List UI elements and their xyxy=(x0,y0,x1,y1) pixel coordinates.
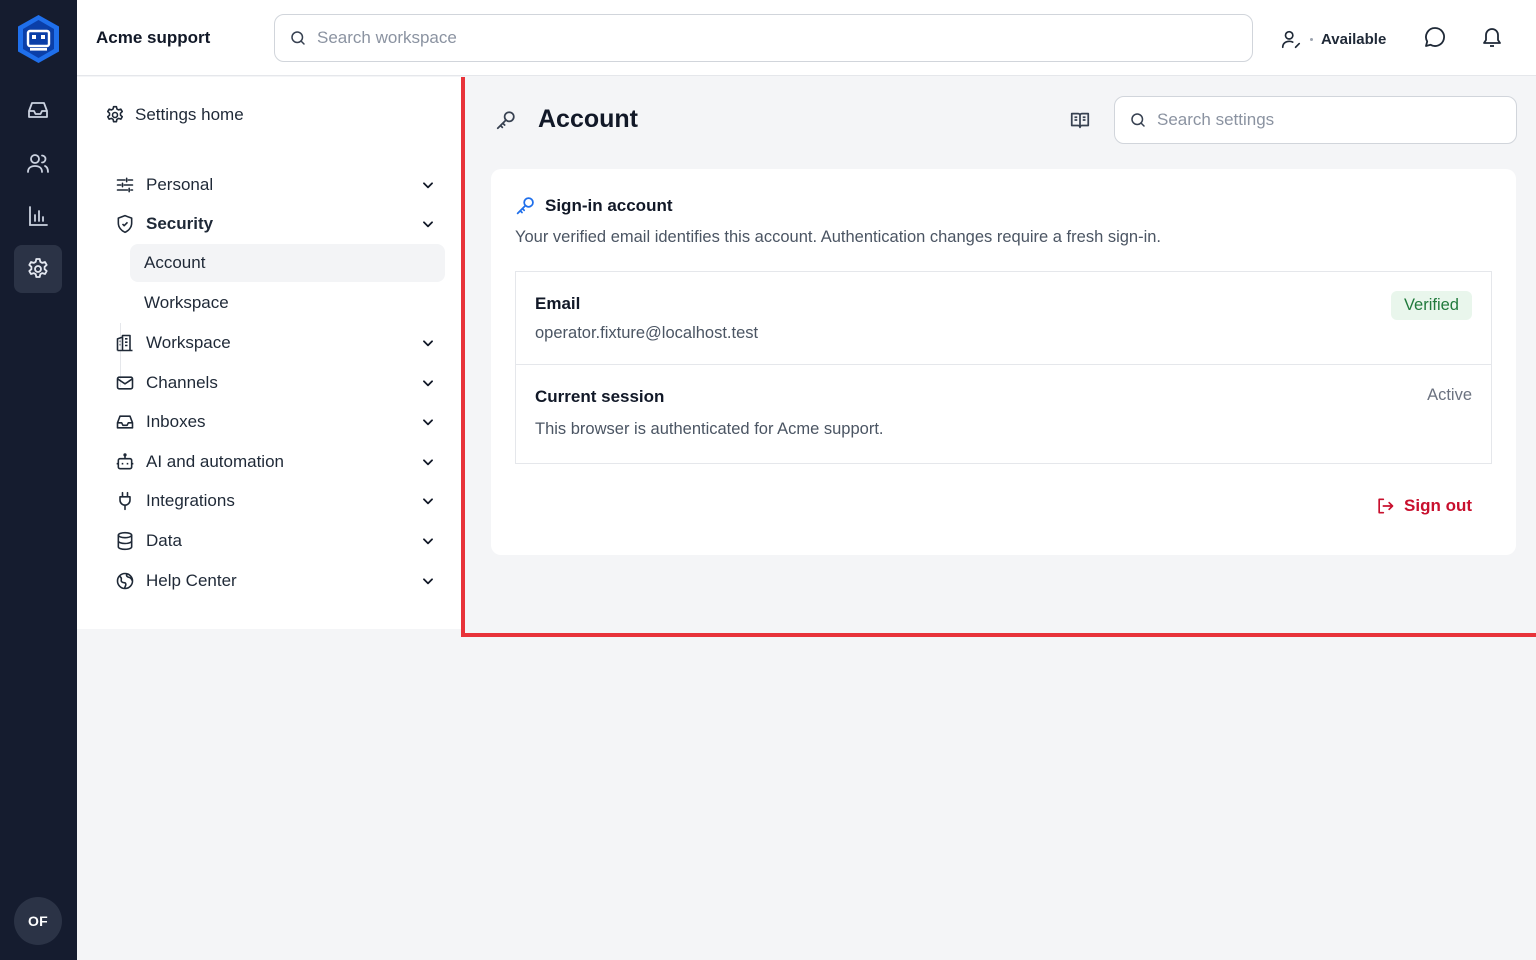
bell-icon xyxy=(1480,25,1506,49)
bar-chart-icon xyxy=(26,204,50,228)
email-label: Email xyxy=(535,294,581,313)
gear-icon xyxy=(105,105,125,125)
card-description: Your verified email identifies this acco… xyxy=(515,228,1162,246)
nav-item-label: Security xyxy=(146,214,214,233)
verified-badge: Verified xyxy=(1390,291,1472,320)
page-header: Account xyxy=(495,105,638,134)
plug-icon xyxy=(115,491,135,511)
account-details: Email operator.fixture@localhost.test Ve… xyxy=(515,271,1492,464)
chevron-down-icon[interactable] xyxy=(421,534,435,548)
workspace-search-input[interactable] xyxy=(317,28,1184,48)
nav-item-data[interactable]: Data xyxy=(115,524,435,558)
chevron-down-icon[interactable] xyxy=(421,376,435,390)
app-rail: OF xyxy=(0,0,77,960)
session-value: This browser is authenticated for Acme s… xyxy=(535,420,884,438)
workspace-name[interactable]: Acme support xyxy=(96,28,210,48)
book-open-icon xyxy=(1069,109,1091,131)
rail-inbox-button[interactable] xyxy=(14,86,62,134)
email-value: operator.fixture@localhost.test xyxy=(535,324,759,342)
card-header: Sign-in account xyxy=(515,195,673,216)
availability-toggle[interactable]: Available xyxy=(1280,26,1386,52)
availability-label: Available xyxy=(1321,30,1387,48)
nav-item-personal[interactable]: Personal xyxy=(115,168,435,202)
settings-home-link[interactable]: Settings home xyxy=(105,105,244,125)
bot-icon xyxy=(115,452,135,472)
messages-button[interactable] xyxy=(1423,25,1449,51)
chevron-down-icon[interactable] xyxy=(421,494,435,508)
users-icon xyxy=(26,151,50,175)
key-icon xyxy=(515,195,536,216)
settings-content: Account Sign-in account Your verified em… xyxy=(461,77,1536,637)
chevron-down-icon[interactable] xyxy=(421,574,435,588)
sign-out-button[interactable]: Sign out xyxy=(1375,496,1472,516)
nav-item-channels[interactable]: Channels xyxy=(115,366,435,400)
shield-icon xyxy=(115,214,135,234)
chat-bubble-icon xyxy=(1423,25,1449,49)
nav-item-label: Channels xyxy=(146,373,218,392)
top-bar: Acme support Available xyxy=(77,0,1536,76)
rail-settings-button[interactable] xyxy=(14,245,62,293)
status-dot xyxy=(1310,37,1313,41)
rail-contacts-button[interactable] xyxy=(14,139,62,187)
nav-item-label: Help Center xyxy=(146,571,237,590)
chevron-down-icon[interactable] xyxy=(421,178,435,192)
session-label: Current session xyxy=(535,387,665,406)
gear-icon xyxy=(26,257,50,281)
nav-item-integrations[interactable]: Integrations xyxy=(115,484,435,518)
rail-reports-button[interactable] xyxy=(14,192,62,240)
sub-nav-workspace[interactable]: Workspace xyxy=(130,284,445,322)
mail-icon xyxy=(115,373,135,393)
inbox-icon xyxy=(115,412,135,432)
user-icon xyxy=(1280,28,1302,50)
building-icon xyxy=(115,333,135,353)
email-row: Email operator.fixture@localhost.test Ve… xyxy=(516,272,1491,365)
sign-out-icon xyxy=(1375,496,1395,516)
sliders-icon xyxy=(115,175,135,195)
nav-item-ai-automation[interactable]: AI and automation xyxy=(115,445,435,479)
settings-home-label: Settings home xyxy=(135,105,244,124)
key-icon xyxy=(495,109,517,131)
nav-item-help-center[interactable]: Help Center xyxy=(115,564,435,598)
nav-item-label: Personal xyxy=(146,175,214,194)
nav-item-label: Integrations xyxy=(146,491,235,510)
session-row: Current session This browser is authenti… xyxy=(516,365,1491,463)
sub-nav-account[interactable]: Account xyxy=(130,244,445,282)
card-title: Sign-in account xyxy=(545,195,673,215)
settings-search[interactable] xyxy=(1114,96,1517,144)
nav-item-label: AI and automation xyxy=(146,452,284,471)
sign-in-account-card: Sign-in account Your verified email iden… xyxy=(491,169,1516,555)
nav-item-label: Data xyxy=(146,531,182,550)
page-title: Account xyxy=(538,105,638,133)
globe-icon xyxy=(115,571,135,591)
workspace-search[interactable] xyxy=(274,14,1253,62)
search-icon xyxy=(1129,111,1147,129)
nav-item-label: Inboxes xyxy=(146,412,206,431)
session-status: Active xyxy=(1427,386,1472,404)
settings-nav: Settings home Personal Security Account … xyxy=(77,77,461,629)
search-icon xyxy=(289,29,307,47)
inbox-icon xyxy=(26,98,50,122)
nav-item-inboxes[interactable]: Inboxes xyxy=(115,405,435,439)
app-logo[interactable] xyxy=(16,14,61,64)
chevron-down-icon[interactable] xyxy=(421,455,435,469)
chevron-down-icon[interactable] xyxy=(421,217,435,231)
settings-search-input[interactable] xyxy=(1157,110,1506,130)
docs-button[interactable] xyxy=(1069,109,1091,131)
nav-item-label: Workspace xyxy=(146,333,231,352)
database-icon xyxy=(115,531,135,551)
sign-out-label: Sign out xyxy=(1404,496,1472,515)
nav-item-security[interactable]: Security xyxy=(115,207,435,241)
chevron-down-icon[interactable] xyxy=(421,336,435,350)
notifications-button[interactable] xyxy=(1480,25,1506,51)
nav-item-workspace[interactable]: Workspace xyxy=(115,326,435,360)
chevron-down-icon[interactable] xyxy=(421,415,435,429)
user-avatar[interactable]: OF xyxy=(14,897,62,945)
